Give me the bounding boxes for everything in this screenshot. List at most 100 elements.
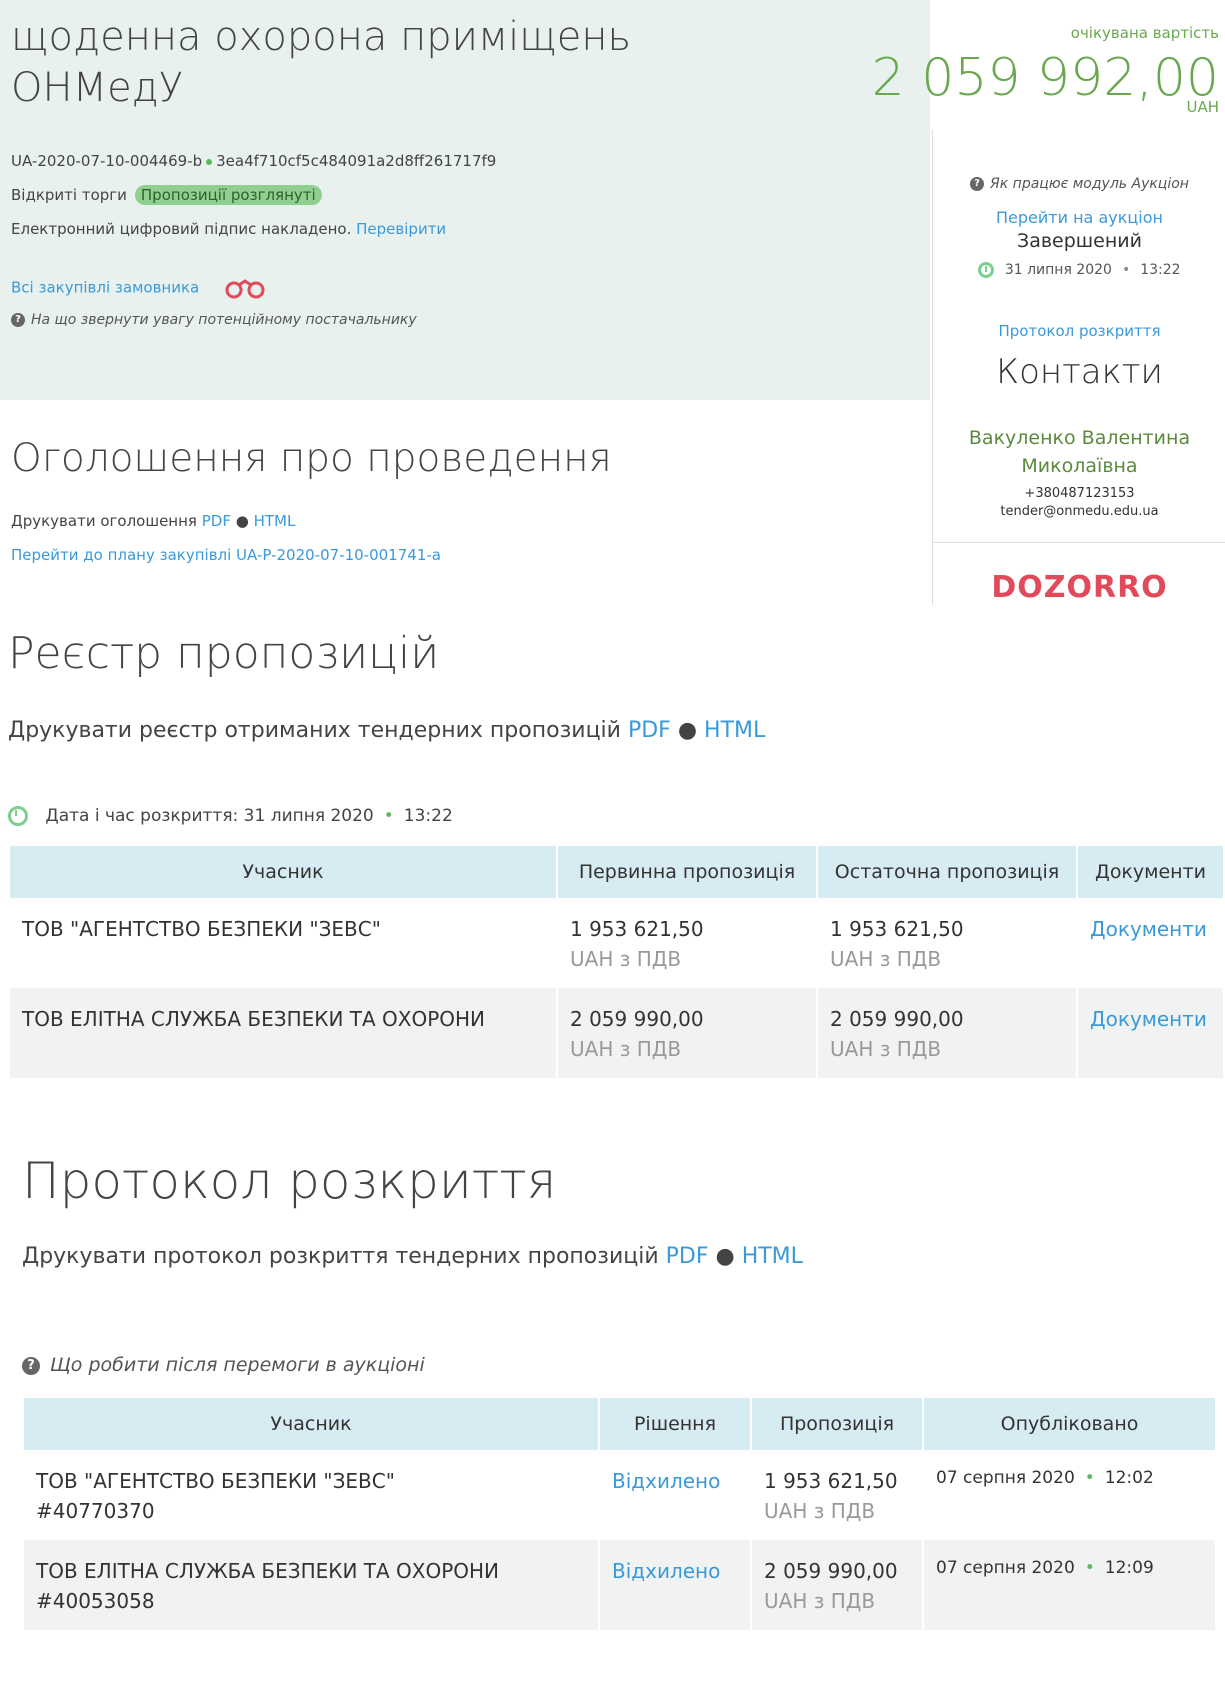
auction-help-row[interactable]: ? Як працює модуль Аукціон bbox=[933, 176, 1225, 192]
protocol-link-row: Протокол розкриття bbox=[933, 322, 1225, 340]
initial-offer-cell: 2 059 990,00 UAH з ПДВ bbox=[558, 988, 816, 1078]
initial-offer: 2 059 990,00 bbox=[570, 1007, 704, 1031]
print-announcement-row: Друкувати оголошення PDF ● HTML bbox=[11, 512, 295, 530]
print-protocol-row: Друкувати протокол розкриття тендерних п… bbox=[22, 1244, 803, 1269]
question-icon: ? bbox=[11, 313, 25, 327]
vat-label: UAH з ПДВ bbox=[764, 1499, 876, 1523]
decision-link[interactable]: Відхилено bbox=[612, 1469, 720, 1493]
participant-cell: ТОВ "АГЕНТСТВО БЕЗПЕКИ "ЗЕВС" #40770370 bbox=[24, 1450, 598, 1540]
tender-id-row: UA-2020-07-10-004469-b 3ea4f710cf5c484091… bbox=[11, 152, 496, 170]
published-time: 12:02 bbox=[1104, 1468, 1154, 1488]
decision-cell: Відхилено bbox=[600, 1450, 750, 1540]
dot-separator: • bbox=[383, 806, 394, 826]
auction-time: 13:22 bbox=[1140, 262, 1181, 278]
print-registry-row: Друкувати реєстр отриманих тендерних про… bbox=[8, 718, 765, 743]
expected-price-label: очікувана вартість bbox=[1070, 24, 1219, 42]
price-currency: UAH bbox=[1186, 98, 1219, 116]
tender-header: щоденна охорона приміщень ОНМедУ UA-2020… bbox=[0, 0, 930, 400]
auction-status: Завершений bbox=[1017, 230, 1142, 252]
tender-id: UA-2020-07-10-004469-b bbox=[11, 152, 203, 170]
decision-cell: Відхилено bbox=[600, 1540, 750, 1630]
auction-help-text: Як працює модуль Аукціон bbox=[990, 176, 1189, 192]
table-row: ТОВ "АГЕНТСТВО БЕЗПЕКИ "ЗЕВС" #40770370 В… bbox=[24, 1450, 1215, 1540]
published-cell: 07 серпня 2020 • 12:02 bbox=[924, 1450, 1215, 1540]
plan-link[interactable]: Перейти до плану закупівлі UA-P-2020-07-… bbox=[11, 546, 441, 564]
initial-offer: 1 953 621,50 bbox=[570, 917, 704, 941]
offer-amount: 1 953 621,50 bbox=[764, 1469, 898, 1493]
participant-cell: ТОВ ЕЛІТНА СЛУЖБА БЕЗПЕКИ ТА ОХОРОНИ #400… bbox=[24, 1540, 598, 1630]
after-win-text: Що робити після перемоги в аукціоні bbox=[50, 1354, 425, 1376]
offer-amount: 2 059 990,00 bbox=[764, 1559, 898, 1583]
auction-date: 31 липня 2020 bbox=[1004, 262, 1112, 278]
table-header-row: Учасник Первинна пропозиція Остаточна пр… bbox=[10, 846, 1223, 898]
announcement-html-link[interactable]: HTML bbox=[254, 512, 296, 530]
dot-separator: • bbox=[1121, 262, 1131, 278]
documents-link[interactable]: Документи bbox=[1090, 1007, 1207, 1031]
column-header-initial-offer: Первинна пропозиція bbox=[558, 846, 816, 898]
column-header-decision: Рішення bbox=[600, 1398, 750, 1450]
status-badge: Пропозиції розглянуті bbox=[134, 185, 322, 205]
opening-time: 13:22 bbox=[403, 806, 453, 826]
column-header-participant: Учасник bbox=[10, 846, 556, 898]
protocol-pdf-link[interactable]: PDF bbox=[666, 1244, 709, 1269]
contact-name: Вакуленко Валентина Миколаївна bbox=[933, 424, 1225, 480]
column-header-published: Опубліковано bbox=[924, 1398, 1215, 1450]
all-purchases-link[interactable]: Всі закупівлі замовника bbox=[11, 279, 199, 297]
vat-label: UAH з ПДВ bbox=[830, 1037, 942, 1061]
print-protocol-label: Друкувати протокол розкриття тендерних п… bbox=[22, 1244, 659, 1269]
registry-pdf-link[interactable]: PDF bbox=[628, 718, 671, 743]
binoculars-icon[interactable] bbox=[222, 276, 270, 300]
go-to-auction-link[interactable]: Перейти на аукціон bbox=[996, 208, 1163, 227]
announcement-pdf-link[interactable]: PDF bbox=[202, 512, 231, 530]
signature-row: Електронний цифровий підпис накладено. П… bbox=[11, 220, 446, 238]
vat-label: UAH з ПДВ bbox=[570, 1037, 682, 1061]
participant-name: ТОВ ЕЛІТНА СЛУЖБА БЕЗПЕКИ ТА ОХОРОНИ bbox=[36, 1559, 500, 1583]
clock-icon bbox=[978, 262, 995, 278]
protocol-html-link[interactable]: HTML bbox=[742, 1244, 803, 1269]
final-offer-cell: 1 953 621,50 UAH з ПДВ bbox=[818, 898, 1076, 988]
published-date: 07 серпня 2020 bbox=[936, 1468, 1075, 1488]
signature-text: Електронний цифровий підпис накладено. bbox=[11, 220, 352, 238]
attention-row[interactable]: ? На що звернути увагу потенційному поста… bbox=[11, 312, 417, 328]
title-line-1: щоденна охорона приміщень bbox=[11, 14, 632, 60]
participant-code: #40053058 bbox=[36, 1589, 155, 1613]
page-title: щоденна охорона приміщень ОНМедУ bbox=[11, 12, 631, 114]
dot-separator: • bbox=[1084, 1558, 1095, 1578]
verify-signature-link[interactable]: Перевірити bbox=[356, 220, 446, 238]
vat-label: UAH з ПДВ bbox=[830, 947, 942, 971]
sidebar: ? Як працює модуль Аукціон Перейти на аук… bbox=[932, 130, 1225, 605]
announcement-title: Оголошення про проведення bbox=[11, 436, 612, 481]
all-purchases-row: Всі закупівлі замовника bbox=[11, 276, 270, 300]
dozorro-logo[interactable]: DOZORRO bbox=[933, 570, 1225, 605]
protocol-table: Учасник Рішення Пропозиція Опубліковано … bbox=[22, 1398, 1217, 1630]
sidebar-divider bbox=[933, 542, 1225, 543]
contacts-title: Контакти bbox=[996, 352, 1163, 392]
participant-code: #40770370 bbox=[36, 1499, 155, 1523]
decision-link[interactable]: Відхилено bbox=[612, 1559, 720, 1583]
opening-datetime: Дата і час розкриття: 31 липня 2020 • 13:2… bbox=[8, 806, 453, 826]
dot-separator: ● bbox=[708, 1244, 742, 1269]
registry-html-link[interactable]: HTML bbox=[704, 718, 765, 743]
participant-name: ТОВ "АГЕНТСТВО БЕЗПЕКИ "ЗЕВС" bbox=[36, 1469, 395, 1493]
participant-name: ТОВ "АГЕНТСТВО БЕЗПЕКИ "ЗЕВС" bbox=[10, 898, 556, 988]
after-win-row[interactable]: ? Що робити після перемоги в аукціоні bbox=[22, 1354, 425, 1376]
question-icon: ? bbox=[22, 1356, 40, 1375]
protocol-link[interactable]: Протокол розкриття bbox=[999, 322, 1161, 340]
protocol-title: Протокол розкриття bbox=[22, 1152, 557, 1210]
documents-link[interactable]: Документи bbox=[1090, 917, 1207, 941]
documents-cell: Документи bbox=[1078, 988, 1223, 1078]
registry-table: Учасник Первинна пропозиція Остаточна пр… bbox=[8, 846, 1225, 1078]
participant-name: ТОВ ЕЛІТНА СЛУЖБА БЕЗПЕКИ ТА ОХОРОНИ bbox=[10, 988, 556, 1078]
table-row: ТОВ ЕЛІТНА СЛУЖБА БЕЗПЕКИ ТА ОХОРОНИ #400… bbox=[24, 1540, 1215, 1630]
final-offer: 2 059 990,00 bbox=[830, 1007, 964, 1031]
vat-label: UAH з ПДВ bbox=[764, 1589, 876, 1613]
attention-text: На що звернути увагу потенційному постач… bbox=[31, 312, 417, 328]
initial-offer-cell: 1 953 621,50 UAH з ПДВ bbox=[558, 898, 816, 988]
contact-phone: +380487123153 bbox=[1024, 486, 1135, 501]
print-announcement-label: Друкувати оголошення bbox=[11, 512, 197, 530]
table-row: ТОВ "АГЕНТСТВО БЕЗПЕКИ "ЗЕВС" 1 953 621,… bbox=[10, 898, 1223, 988]
opening-label: Дата і час розкриття: 31 липня 2020 bbox=[45, 806, 374, 826]
registry-title: Реєстр пропозицій bbox=[8, 628, 440, 679]
expected-price: 2 059 992,00 bbox=[871, 48, 1219, 108]
column-header-participant: Учасник bbox=[24, 1398, 598, 1450]
